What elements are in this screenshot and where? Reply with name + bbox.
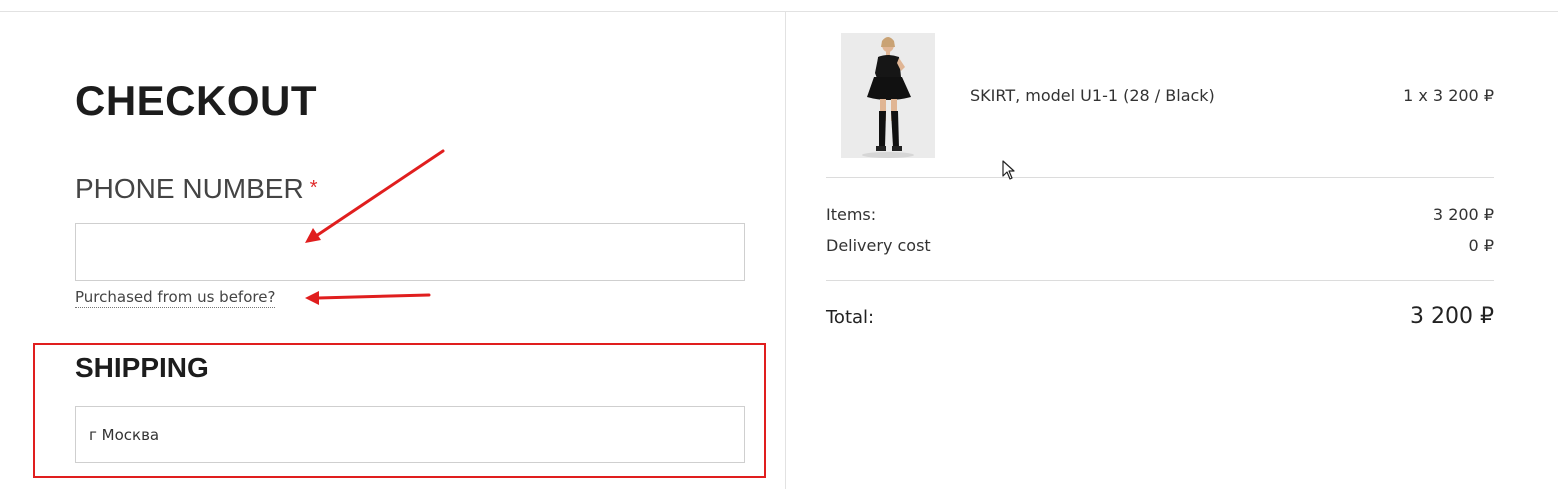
phone-label-text: PHONE NUMBER [75,173,304,204]
total-value: 3 200 ₽ [1410,304,1494,329]
shipping-title: SHIPPING [75,352,209,383]
product-figure-icon [841,33,935,158]
arrow-to-purchased-link-icon [305,291,431,305]
total-label: Total: [826,307,875,328]
phone-input[interactable] [75,223,745,281]
total-divider [826,280,1494,281]
items-value: 3 200 ₽ [1432,205,1494,224]
purchased-before-link[interactable]: Purchased from us before? [75,288,276,308]
product-qty-price: 1 x 3 200 ₽ [1403,86,1494,105]
items-label: Items: [826,205,877,224]
mouse-pointer-icon [1002,160,1015,180]
product-photo [841,33,935,158]
top-divider [0,11,1558,12]
summary-divider [826,177,1494,178]
delivery-value: 0 ₽ [1468,236,1494,255]
column-divider [785,12,786,489]
shipping-address-input[interactable] [75,406,745,463]
required-mark: * [309,177,318,199]
phone-field-label: PHONE NUMBER * [75,173,318,205]
page-title: CHECKOUT [75,77,317,124]
product-name[interactable]: SKIRT, model U1-1 (28 / Black) [970,86,1215,105]
delivery-label: Delivery cost [826,236,931,255]
